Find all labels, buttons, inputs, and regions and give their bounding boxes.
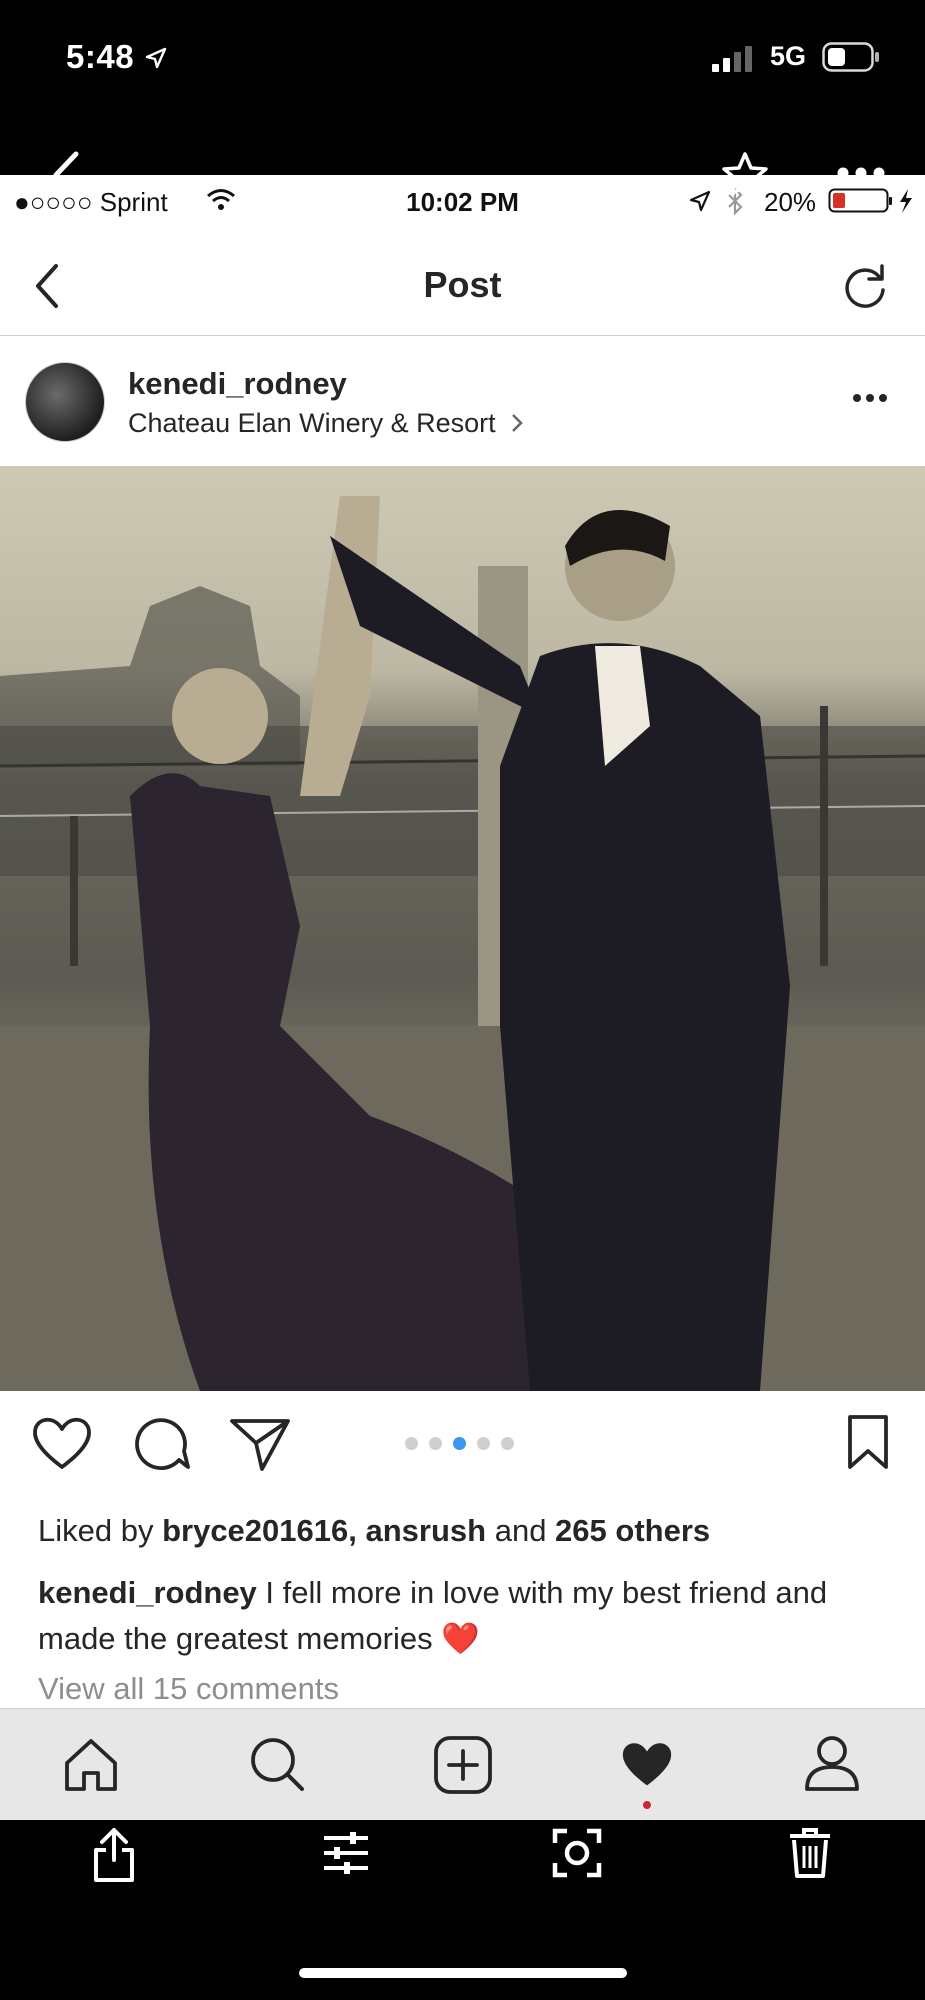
activity-icon[interactable]: [618, 1739, 676, 1789]
post-location[interactable]: Chateau Elan Winery & Resort: [128, 408, 525, 439]
star-icon[interactable]: [720, 150, 770, 200]
post-header: kenedi_rodney Chateau Elan Winery & Reso…: [0, 336, 925, 466]
scan-icon[interactable]: [552, 1828, 602, 1878]
view-comments-link[interactable]: View all 15 comments: [38, 1671, 339, 1707]
carousel-dot: [477, 1437, 490, 1450]
caption-username[interactable]: kenedi_rodney: [38, 1575, 257, 1610]
page-title: Post: [423, 264, 502, 305]
likes-prefix: Liked by: [38, 1513, 163, 1548]
location-arrow-icon: [689, 190, 711, 212]
caption: kenedi_rodney I fell more in love with m…: [38, 1570, 898, 1662]
outer-status-bar: 5:48 5G: [0, 0, 925, 120]
home-indicator: [299, 1968, 627, 1978]
adjust-icon[interactable]: [322, 1830, 370, 1876]
outer-time: 5:48: [66, 38, 168, 76]
inner-status-bar: ●○○○○ Sprint 10:02 PM 20%: [0, 175, 925, 230]
battery-icon: [822, 42, 879, 72]
heart-icon[interactable]: [30, 1415, 94, 1471]
bookmark-icon[interactable]: [846, 1413, 890, 1471]
carousel-indicator: [405, 1391, 525, 1491]
post-options-icon[interactable]: [852, 392, 888, 404]
search-icon[interactable]: [248, 1735, 306, 1793]
screenshot: ●○○○○ Sprint 10:02 PM 20% Post kenedi_ro…: [0, 175, 925, 1820]
battery-percent: 20%: [764, 187, 817, 217]
chevron-right-icon: [512, 414, 523, 432]
back-icon[interactable]: [46, 150, 86, 200]
profile-icon[interactable]: [802, 1733, 862, 1793]
refresh-icon[interactable]: [840, 262, 890, 312]
likes-sep: ,: [348, 1513, 366, 1548]
network-type: 5G: [770, 41, 807, 71]
avatar[interactable]: [25, 362, 105, 442]
add-icon[interactable]: [433, 1735, 493, 1795]
action-bar: [0, 1391, 925, 1491]
upload-icon[interactable]: [92, 1826, 136, 1882]
trash-icon[interactable]: [788, 1828, 832, 1878]
carousel-dot: [405, 1437, 418, 1450]
carousel-dot: [429, 1437, 442, 1450]
notification-dot: [643, 1801, 651, 1809]
likes-line: Liked by bryce201616, ansrush and 265 ot…: [38, 1513, 710, 1549]
signal-icon: [712, 46, 752, 72]
likes-and: and: [486, 1513, 556, 1548]
post-username[interactable]: kenedi_rodney: [128, 366, 347, 402]
home-icon[interactable]: [62, 1737, 120, 1793]
location-label: Chateau Elan Winery & Resort: [128, 408, 496, 438]
more-icon[interactable]: [836, 166, 886, 180]
carousel-dot: [453, 1437, 466, 1450]
comment-icon[interactable]: [132, 1413, 192, 1473]
battery-low-icon: [828, 188, 912, 213]
location-arrow-icon: [145, 47, 166, 69]
liker-2[interactable]: ansrush: [365, 1513, 486, 1548]
carousel-dot: [501, 1437, 514, 1450]
post-photo[interactable]: [0, 466, 925, 1391]
photo-illustration: [0, 496, 925, 1391]
liker-1[interactable]: bryce201616: [162, 1513, 348, 1548]
nav-bar: Post: [0, 230, 925, 336]
tab-bar: [0, 1708, 925, 1820]
share-icon[interactable]: [228, 1413, 292, 1473]
likes-others[interactable]: 265 others: [555, 1513, 710, 1548]
